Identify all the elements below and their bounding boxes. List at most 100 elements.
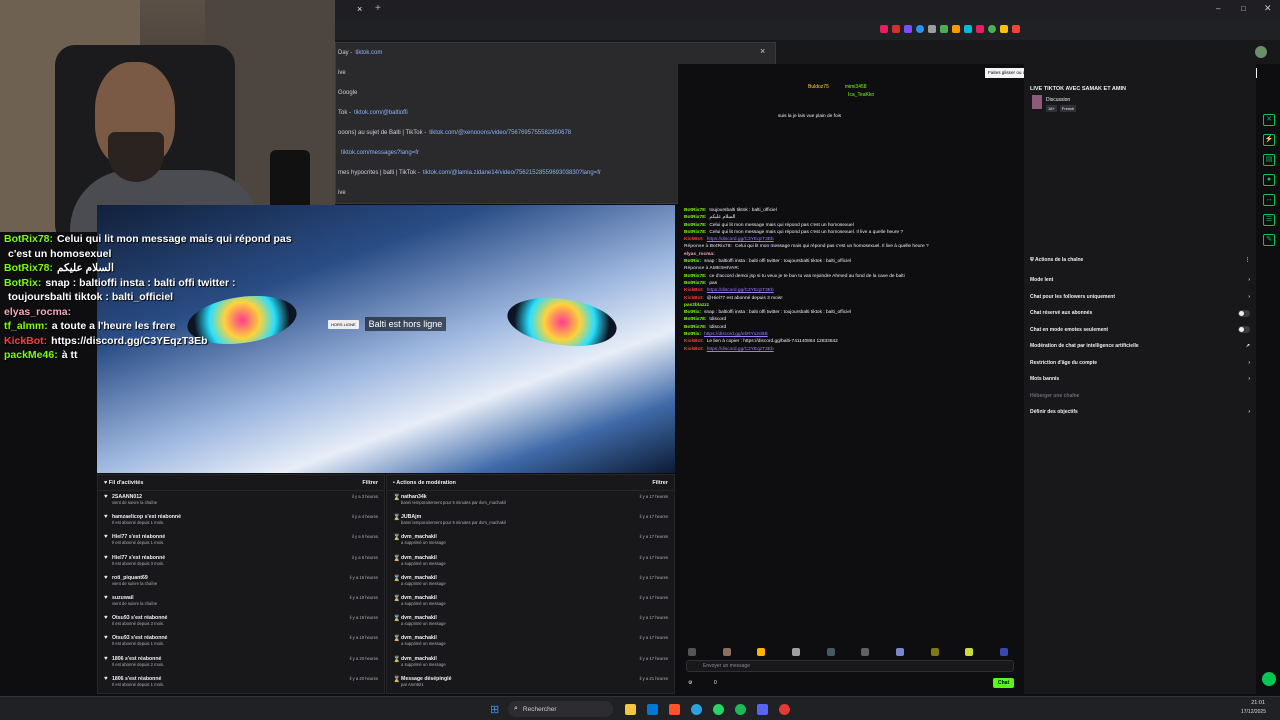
chat-username[interactable]: BotRix78: [684, 325, 706, 330]
moderation-item[interactable]: ⌛ nathan34k banni temporairement pour 5 mi… [387, 491, 674, 511]
extension-icon[interactable] [964, 25, 972, 33]
chat-username[interactable]: BotRix78: [684, 230, 706, 235]
activity-item[interactable]: ♥ 1806 s'est réabonné Il est abonné depuis… [98, 673, 384, 693]
chat-link[interactable]: https://discord.gg/C3YEqzT3Eb [707, 237, 774, 242]
extension-icon[interactable] [1012, 25, 1020, 33]
tag[interactable]: 18+ [1046, 105, 1057, 112]
windows-start-icon[interactable]: ⊞ [490, 703, 499, 716]
emote-icon[interactable] [861, 648, 870, 656]
chat-username[interactable]: BotRix78: [684, 274, 706, 279]
moderation-item[interactable]: ⌛ dvm_machakil a supprimé un message il y a… [387, 552, 674, 572]
chat-link[interactable]: https://discord.gg/ebRYu2cBB [704, 332, 768, 337]
channel-action[interactable]: Chat en mode emotes seulement [1024, 322, 1256, 339]
discord-icon[interactable] [757, 704, 768, 715]
activity-item[interactable]: ♥ 2SAANN012 vient de suivre la chaîne il y … [98, 491, 384, 511]
taskbar-search[interactable]: ⌕ Rechercher [508, 701, 613, 717]
top-user[interactable]: Ica_TeaKko [848, 92, 874, 98]
brave-icon[interactable] [669, 704, 680, 715]
tag[interactable]: French [1059, 105, 1077, 112]
file-explorer-icon[interactable] [625, 704, 636, 715]
history-item[interactable]: Day - tiktok.com [336, 43, 775, 63]
emote-icon[interactable] [930, 648, 939, 656]
extension-icon[interactable] [1000, 25, 1008, 33]
extension-icon[interactable] [976, 25, 984, 33]
channel-action[interactable]: Mode lent › [1024, 272, 1256, 289]
document-icon[interactable]: ▤ [1263, 154, 1275, 166]
close-icon[interactable]: ✕ [1264, 3, 1272, 14]
top-user[interactable]: Buldoz75 [808, 84, 829, 90]
chat-username[interactable]: BotRix78: [684, 215, 706, 220]
more-options-icon[interactable]: ⋮ [1245, 257, 1250, 263]
activity-item[interactable]: ♥ Otsu93 s'est réabonné Il est abonné depu… [98, 612, 384, 632]
emote-icon[interactable] [757, 648, 766, 656]
chat-username[interactable]: BotRix78: [684, 317, 706, 322]
chat-username[interactable]: Réponse à AMESHIVAR: [684, 266, 739, 271]
chat-username[interactable]: KickBot: [684, 237, 704, 242]
activity-item[interactable]: ♥ Otsu93 s'est réabonné Il est abonné depu… [98, 632, 384, 652]
activity-filter-button[interactable]: Filtrer [362, 480, 378, 486]
chat-username[interactable]: BotRix78: [4, 262, 53, 274]
send-chat-button[interactable]: Chat [993, 678, 1015, 688]
top-user[interactable]: mimi3458 [845, 84, 867, 90]
extension-icon[interactable] [952, 25, 960, 33]
moderation-item[interactable]: ⌛ dvm_machakil a supprimé un message il y a… [387, 653, 674, 673]
emote-icon[interactable] [722, 648, 731, 656]
extension-icon[interactable] [904, 25, 912, 33]
chat-icon[interactable]: ● [1263, 174, 1275, 186]
avatar[interactable] [1255, 46, 1267, 58]
extension-icon[interactable] [916, 25, 924, 33]
chat-username[interactable]: BotRix78: [684, 208, 706, 213]
chat-username[interactable]: elyas_rocma: [4, 306, 71, 318]
extension-icon[interactable] [928, 25, 936, 33]
chat-link[interactable]: https://discord.gg/C3YEqzT3Eb [707, 288, 774, 293]
emote-icon[interactable] [965, 648, 974, 656]
close-widget-icon[interactable]: ✕ [1263, 114, 1275, 126]
whatsapp-icon[interactable] [713, 704, 724, 715]
spotify-icon[interactable] [735, 704, 746, 715]
tab-close-button[interactable]: × [357, 4, 362, 14]
chat-username[interactable]: elyas_rocma: [684, 252, 715, 257]
list-icon[interactable]: ☰ [1263, 214, 1275, 226]
chat-settings-icon[interactable]: ⚙ [688, 680, 692, 686]
moderation-item[interactable]: ⌛ dvm_machakil a supprimé un message il y a… [387, 592, 674, 612]
store-icon[interactable] [647, 704, 658, 715]
emote-icon[interactable] [791, 648, 800, 656]
moderation-item[interactable]: ⌛ dvm_machakil a supprimé un message il y a… [387, 632, 674, 652]
emote-icon[interactable] [999, 648, 1008, 656]
channel-action[interactable]: Restriction d'âge du compte › [1024, 355, 1256, 372]
moderation-filter-button[interactable]: Filtrer [652, 480, 668, 486]
moderation-item[interactable]: ⌛ JUBAjm banni temporairement pour 5 minut… [387, 511, 674, 531]
chat-username[interactable]: BotRix: [684, 310, 701, 315]
chat-username[interactable]: Réponse à BotRix78: [684, 244, 732, 249]
expand-icon[interactable]: ↔ [1263, 194, 1275, 206]
activity-item[interactable]: ♥ suzuwail vient de suivre la chaîne il y a… [98, 592, 384, 612]
emote-icon[interactable] [688, 648, 696, 656]
activity-item[interactable]: ♥ roti_piquant69 vient de suivre la chaîne… [98, 572, 384, 592]
chat-username[interactable]: BotRix78: [684, 281, 706, 286]
activity-item[interactable]: ♥ Hiel77 s'est réabonné Il est abonné depu… [98, 531, 384, 551]
moderation-item[interactable]: ⌛ dvm_machakil a supprimé un message il y a… [387, 612, 674, 632]
moderation-item[interactable]: ⌛ dvm_machakil a supprimé un message il y a… [387, 572, 674, 592]
new-tab-button[interactable]: + [375, 3, 381, 14]
emote-icon[interactable] [895, 648, 904, 656]
extension-icon[interactable] [880, 25, 888, 33]
chat-username[interactable]: tf_almm: [4, 320, 48, 332]
chat-username[interactable]: KickBot: [684, 347, 704, 352]
tools-icon[interactable]: ✎ [1263, 234, 1275, 246]
chat-username[interactable]: BotRix: [684, 259, 701, 264]
minimize-icon[interactable]: – [1216, 4, 1220, 13]
chat-username[interactable]: packMe46: [4, 349, 58, 361]
toggle-switch[interactable] [1238, 309, 1250, 317]
chat-username[interactable]: KickBot: [684, 296, 704, 301]
activity-item[interactable]: ♥ Hiel77 s'est réabonné Il est abonné depu… [98, 552, 384, 572]
channel-action[interactable]: Modération de chat par intelligence arti… [1024, 338, 1256, 355]
activity-item[interactable]: ♥ hamzaelicop s'est réabonné Il est abonné… [98, 511, 384, 531]
chat-link[interactable]: https://discord.gg/C3YEqzT3Eb [707, 347, 774, 352]
app-icon[interactable] [779, 704, 790, 715]
channel-action[interactable]: Définir des objectifs › [1024, 404, 1256, 421]
dropdown-close-button[interactable]: × [760, 46, 765, 56]
channel-action[interactable]: Chat pour les followers uniquement › [1024, 289, 1256, 306]
chat-username[interactable]: KickBot: [684, 288, 704, 293]
support-button[interactable] [1262, 672, 1276, 686]
telegram-icon[interactable] [691, 704, 702, 715]
